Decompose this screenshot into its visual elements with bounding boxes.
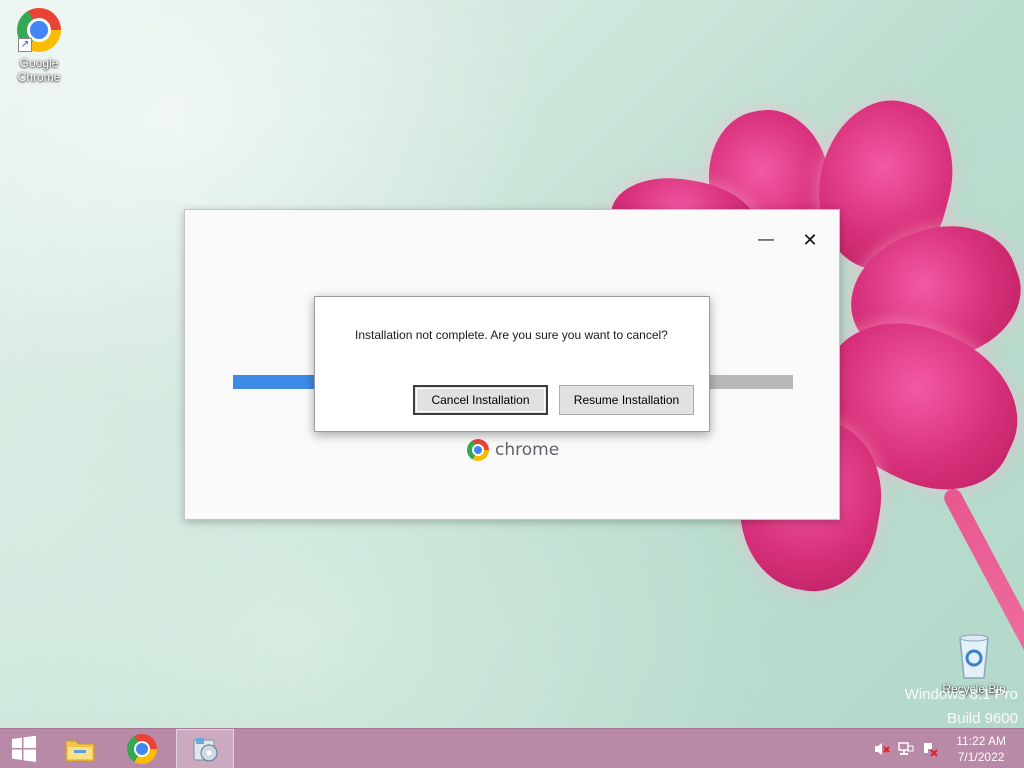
minimize-icon: — [758, 231, 774, 248]
close-icon: ✕ [802, 229, 818, 250]
start-button[interactable] [0, 729, 48, 768]
taskbar-installer[interactable] [176, 729, 234, 768]
desktop-icon-google-chrome[interactable]: ↗ Google Chrome [4, 8, 74, 84]
windows-watermark-edition: Windows 8.1 Pro [904, 686, 1018, 703]
windows-watermark-build: Build 9600 [947, 710, 1018, 727]
chrome-logo-icon [467, 439, 489, 461]
taskbar-chrome[interactable] [118, 729, 166, 768]
file-explorer-icon [65, 740, 95, 762]
install-progress-fill [233, 375, 317, 389]
taskbar-file-explorer[interactable] [56, 729, 104, 768]
clock-time: 11:22 AM [956, 734, 1006, 748]
installer-icon [193, 738, 218, 762]
start-icon [12, 735, 36, 762]
taskbar: 11:22 AM 7/1/2022 [0, 728, 1024, 768]
dialog-message: Installation not complete. Are you sure … [355, 328, 668, 342]
minimize-button[interactable]: — [752, 228, 780, 252]
cancel-confirm-dialog: Installation not complete. Are you sure … [314, 296, 710, 432]
taskbar-clock[interactable]: 11:22 AM 7/1/2022 [956, 733, 1006, 765]
action-center-icon[interactable] [922, 741, 938, 757]
volume-muted-icon[interactable] [874, 741, 890, 757]
desktop-icon-label: Google Chrome [17, 56, 61, 84]
network-icon[interactable] [898, 741, 914, 757]
clock-date: 7/1/2022 [957, 750, 1005, 764]
shortcut-arrow-icon: ↗ [18, 38, 32, 52]
recycle-bin-icon [959, 634, 989, 679]
brand-text: chrome [495, 440, 560, 460]
chrome-brand: chrome [467, 439, 559, 461]
resume-installation-button[interactable]: Resume Installation [559, 385, 694, 415]
chrome-icon [127, 734, 157, 764]
close-button[interactable]: ✕ [796, 228, 824, 252]
cancel-installation-button[interactable]: Cancel Installation [413, 385, 548, 415]
